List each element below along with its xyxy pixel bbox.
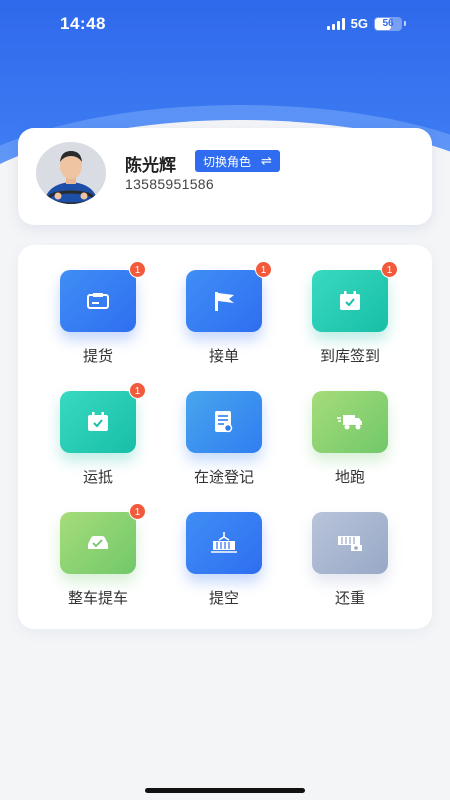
menu-label: 提空 bbox=[208, 590, 239, 607]
switch-role-label: 切换角色 bbox=[203, 154, 252, 169]
menu-item-full-vehicle-pickup[interactable]: 1 整车提车 bbox=[48, 503, 148, 622]
menu-label: 地跑 bbox=[334, 469, 365, 486]
function-grid: 1 提货 1 接单 1 到库签到 1 运抵 在途登记 地跑 1 整车提车 提空 … bbox=[18, 245, 432, 629]
status-bar: 14:48 5G 56 bbox=[0, 0, 450, 48]
tile-return-full bbox=[312, 512, 388, 574]
menu-label: 到库签到 bbox=[319, 348, 380, 365]
battery-icon: 56 bbox=[374, 16, 402, 31]
tile-accept-order bbox=[186, 270, 262, 332]
flag-icon bbox=[215, 292, 234, 311]
status-indicators: 5G 56 bbox=[326, 16, 406, 31]
profile-card: 陈光辉 切换角色 ⇌ 13585951586 bbox=[18, 128, 432, 225]
tile-arrival bbox=[60, 391, 136, 453]
user-name: 陈光辉 bbox=[125, 156, 176, 175]
delivery-truck-icon bbox=[337, 415, 362, 430]
menu-item-pick-empty[interactable]: 提空 bbox=[174, 512, 274, 622]
menu-label: 整车提车 bbox=[67, 590, 128, 607]
avatar bbox=[36, 142, 106, 204]
battery-tip bbox=[404, 21, 406, 26]
menu-label: 在途登记 bbox=[193, 469, 254, 486]
menu-label: 还重 bbox=[334, 590, 365, 607]
tile-pickup bbox=[60, 270, 136, 332]
menu-label: 运抵 bbox=[82, 469, 113, 486]
cargo-box-icon bbox=[87, 293, 109, 309]
menu-item-accept-order[interactable]: 1 接单 bbox=[174, 261, 274, 380]
battery-level: 56 bbox=[382, 18, 394, 29]
menu-label: 提货 bbox=[82, 348, 113, 365]
menu-item-in-transit[interactable]: 在途登记 bbox=[174, 391, 274, 501]
document-icon bbox=[215, 411, 233, 433]
menu-item-ground-run[interactable]: 地跑 bbox=[300, 391, 400, 501]
notification-badge: 1 bbox=[129, 382, 146, 399]
tile-warehouse-checkin bbox=[312, 270, 388, 332]
home-indicator[interactable] bbox=[145, 788, 305, 793]
notification-badge: 1 bbox=[255, 261, 272, 278]
menu-item-warehouse-checkin[interactable]: 1 到库签到 bbox=[300, 261, 400, 380]
notification-badge: 1 bbox=[129, 503, 146, 520]
menu-item-arrival[interactable]: 1 运抵 bbox=[48, 382, 148, 501]
calendar-check-icon bbox=[340, 291, 360, 310]
signal-icon bbox=[326, 17, 345, 30]
switch-role-button[interactable]: 切换角色 ⇌ bbox=[195, 150, 280, 172]
tile-full-vehicle-pickup bbox=[60, 512, 136, 574]
crane-container-icon bbox=[211, 532, 237, 553]
menu-item-pickup[interactable]: 1 提货 bbox=[48, 261, 148, 380]
notification-badge: 1 bbox=[381, 261, 398, 278]
network-type: 5G bbox=[350, 16, 368, 31]
container-return-icon bbox=[338, 536, 362, 551]
car-icon bbox=[88, 536, 108, 549]
notification-badge: 1 bbox=[129, 261, 146, 278]
tile-ground-run bbox=[312, 391, 388, 453]
swap-icon: ⇌ bbox=[261, 153, 272, 168]
user-phone: 13585951586 bbox=[125, 176, 214, 192]
tile-pick-empty bbox=[186, 512, 262, 574]
calendar-check-icon bbox=[88, 412, 108, 431]
tile-in-transit bbox=[186, 391, 262, 453]
status-time: 14:48 bbox=[60, 14, 106, 33]
menu-item-return-full[interactable]: 还重 bbox=[300, 512, 400, 622]
menu-label: 接单 bbox=[208, 348, 239, 365]
